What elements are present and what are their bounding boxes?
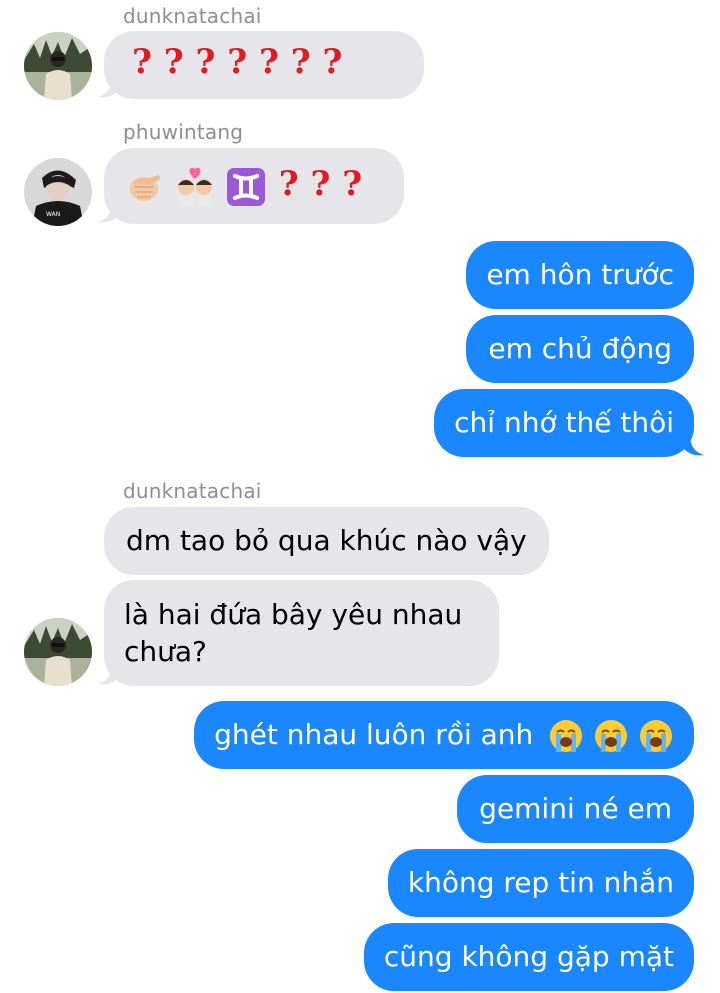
question-marks-text: ? ? ? ? ? ? ? <box>132 42 343 82</box>
avatar[interactable]: WAN <box>24 158 92 226</box>
message-bubble-incoming[interactable]: là hai đứa bây yêu nhau chưa? <box>104 580 499 686</box>
message-text: em chủ động <box>488 332 672 365</box>
sender-name: dunknatachai <box>123 479 262 503</box>
sender-name: dunknatachai <box>123 4 262 28</box>
message-text: là hai đứa bây yêu nhau chưa? <box>124 598 463 668</box>
avatar-photo-icon <box>24 32 92 100</box>
avatar[interactable] <box>24 618 92 686</box>
message-bubble-outgoing[interactable]: cũng không gặp mặt <box>363 923 694 991</box>
message-bubble-outgoing[interactable]: em hôn trước <box>466 241 694 309</box>
loudly-crying-face-icon <box>640 720 672 752</box>
question-marks-text: ? ? ? <box>278 164 363 204</box>
message-bubble-incoming[interactable]: ? ? ? ? ? ? ? <box>104 31 424 99</box>
loudly-crying-face-icon <box>595 720 628 752</box>
bubble-tail-icon <box>98 77 118 98</box>
message-text: không rep tin nhắn <box>407 866 674 899</box>
bubble-tail-icon <box>98 202 118 223</box>
message-text: cũng không gặp mặt <box>383 940 674 973</box>
message-bubble-incoming[interactable]: dm tao bỏ qua khúc nào vậy <box>104 507 549 575</box>
message-bubble-incoming[interactable]: ? ? ? <box>104 148 404 224</box>
message-bubble-outgoing[interactable]: gemini né em <box>457 775 694 843</box>
message-text: dm tao bỏ qua khúc nào vậy <box>126 524 527 557</box>
message-text: gemini né em <box>479 792 672 825</box>
message-bubble-outgoing[interactable]: chỉ nhớ thế thôi <box>434 389 694 457</box>
kiss-couple-icon <box>177 167 212 207</box>
message-text: chỉ nhớ thế thôi <box>454 406 674 439</box>
message-bubble-outgoing[interactable]: không rep tin nhắn <box>387 849 694 917</box>
svg-text:WAN: WAN <box>46 211 60 218</box>
avatar-photo-icon: WAN <box>24 158 92 226</box>
bubble-tail-icon <box>684 435 704 456</box>
bubble-tail-icon <box>98 664 118 685</box>
message-bubble-outgoing[interactable]: em chủ động <box>466 315 694 383</box>
avatar[interactable] <box>24 32 92 100</box>
sender-name: phuwintang <box>123 120 244 144</box>
message-text: em hôn trước <box>486 258 674 291</box>
message-text: ghét nhau luôn rồi anh <box>214 718 534 751</box>
message-bubble-outgoing[interactable]: ghét nhau luôn rồi anh <box>194 701 694 769</box>
avatar-photo-icon <box>24 618 92 686</box>
gemini-sign-icon <box>226 168 265 206</box>
pointing-fist-icon <box>130 175 160 201</box>
loudly-crying-face-icon <box>550 720 583 752</box>
